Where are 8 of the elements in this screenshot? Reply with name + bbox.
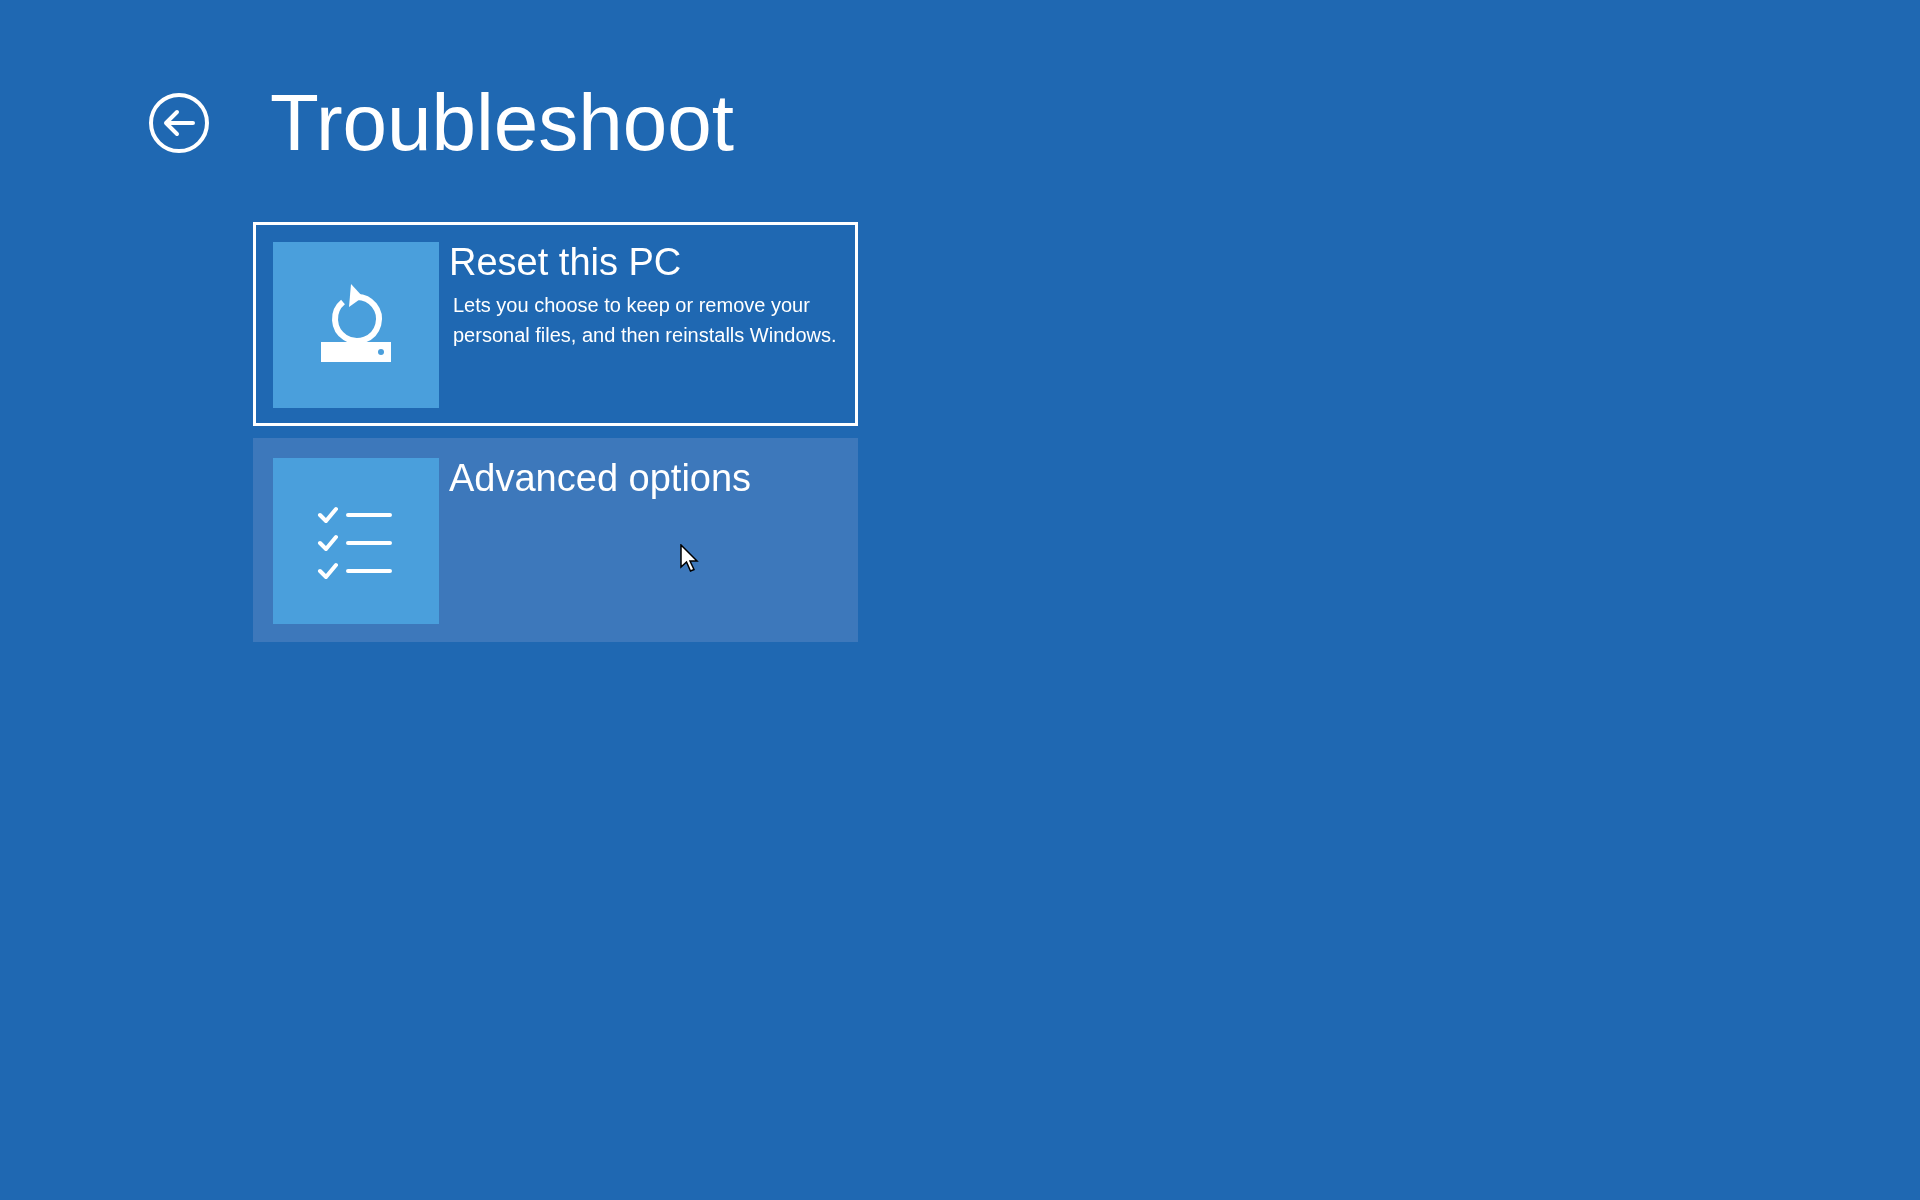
option-description: Lets you choose to keep or remove your personal files, and then reinstalls Windows. bbox=[453, 293, 838, 348]
mouse-pointer-icon bbox=[680, 544, 700, 574]
option-tile[interactable]: Advanced options bbox=[253, 438, 858, 642]
page-title: Troubleshoot bbox=[270, 78, 734, 168]
option-tile[interactable]: Reset this PC Lets you choose to keep or remove your personal files, and then reinstalls Windows. bbox=[253, 222, 858, 426]
back-button[interactable] bbox=[148, 92, 210, 154]
option-title: Advanced options bbox=[449, 458, 752, 498]
option-title: Reset this PC bbox=[449, 242, 683, 282]
